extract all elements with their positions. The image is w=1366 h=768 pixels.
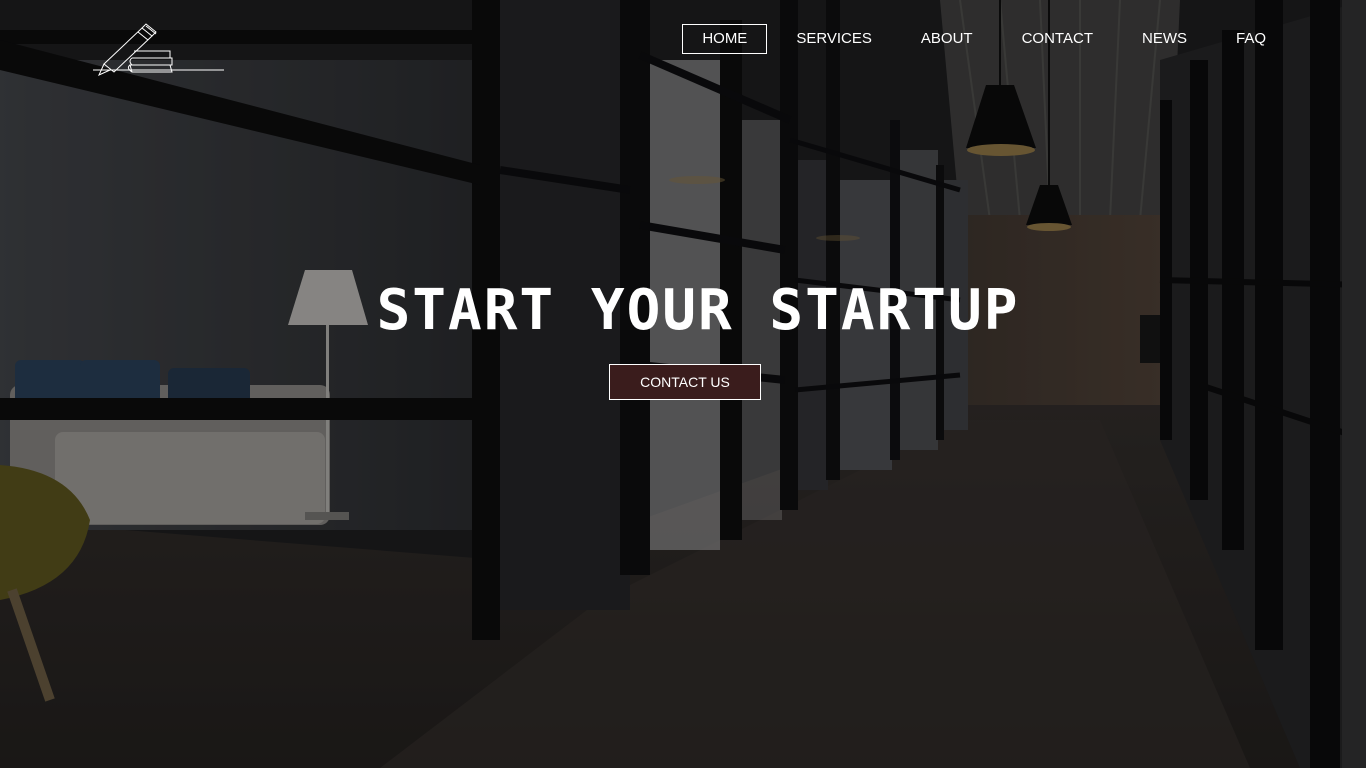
nav-item-services[interactable]: SERVICES: [776, 24, 892, 54]
logo[interactable]: [90, 20, 230, 77]
nav-item-home[interactable]: HOME: [682, 24, 768, 54]
hero-title: START YOUR STARTUP: [376, 278, 1020, 343]
nav-item-faq[interactable]: FAQ: [1216, 24, 1286, 54]
contact-us-button[interactable]: CONTACT US: [609, 364, 761, 400]
hero-content: START YOUR STARTUP CONTACT US: [0, 278, 1366, 400]
site-header: HOME SERVICES ABOUT CONTACT NEWS FAQ: [0, 0, 1366, 90]
main-nav: HOME SERVICES ABOUT CONTACT NEWS FAQ: [673, 24, 1286, 54]
hero-section: HOME SERVICES ABOUT CONTACT NEWS FAQ STA…: [0, 0, 1366, 768]
nav-item-contact[interactable]: CONTACT: [1002, 24, 1113, 54]
nav-item-about[interactable]: ABOUT: [901, 24, 993, 54]
nav-item-news[interactable]: NEWS: [1122, 24, 1207, 54]
stacked-books-icon: [93, 23, 224, 77]
